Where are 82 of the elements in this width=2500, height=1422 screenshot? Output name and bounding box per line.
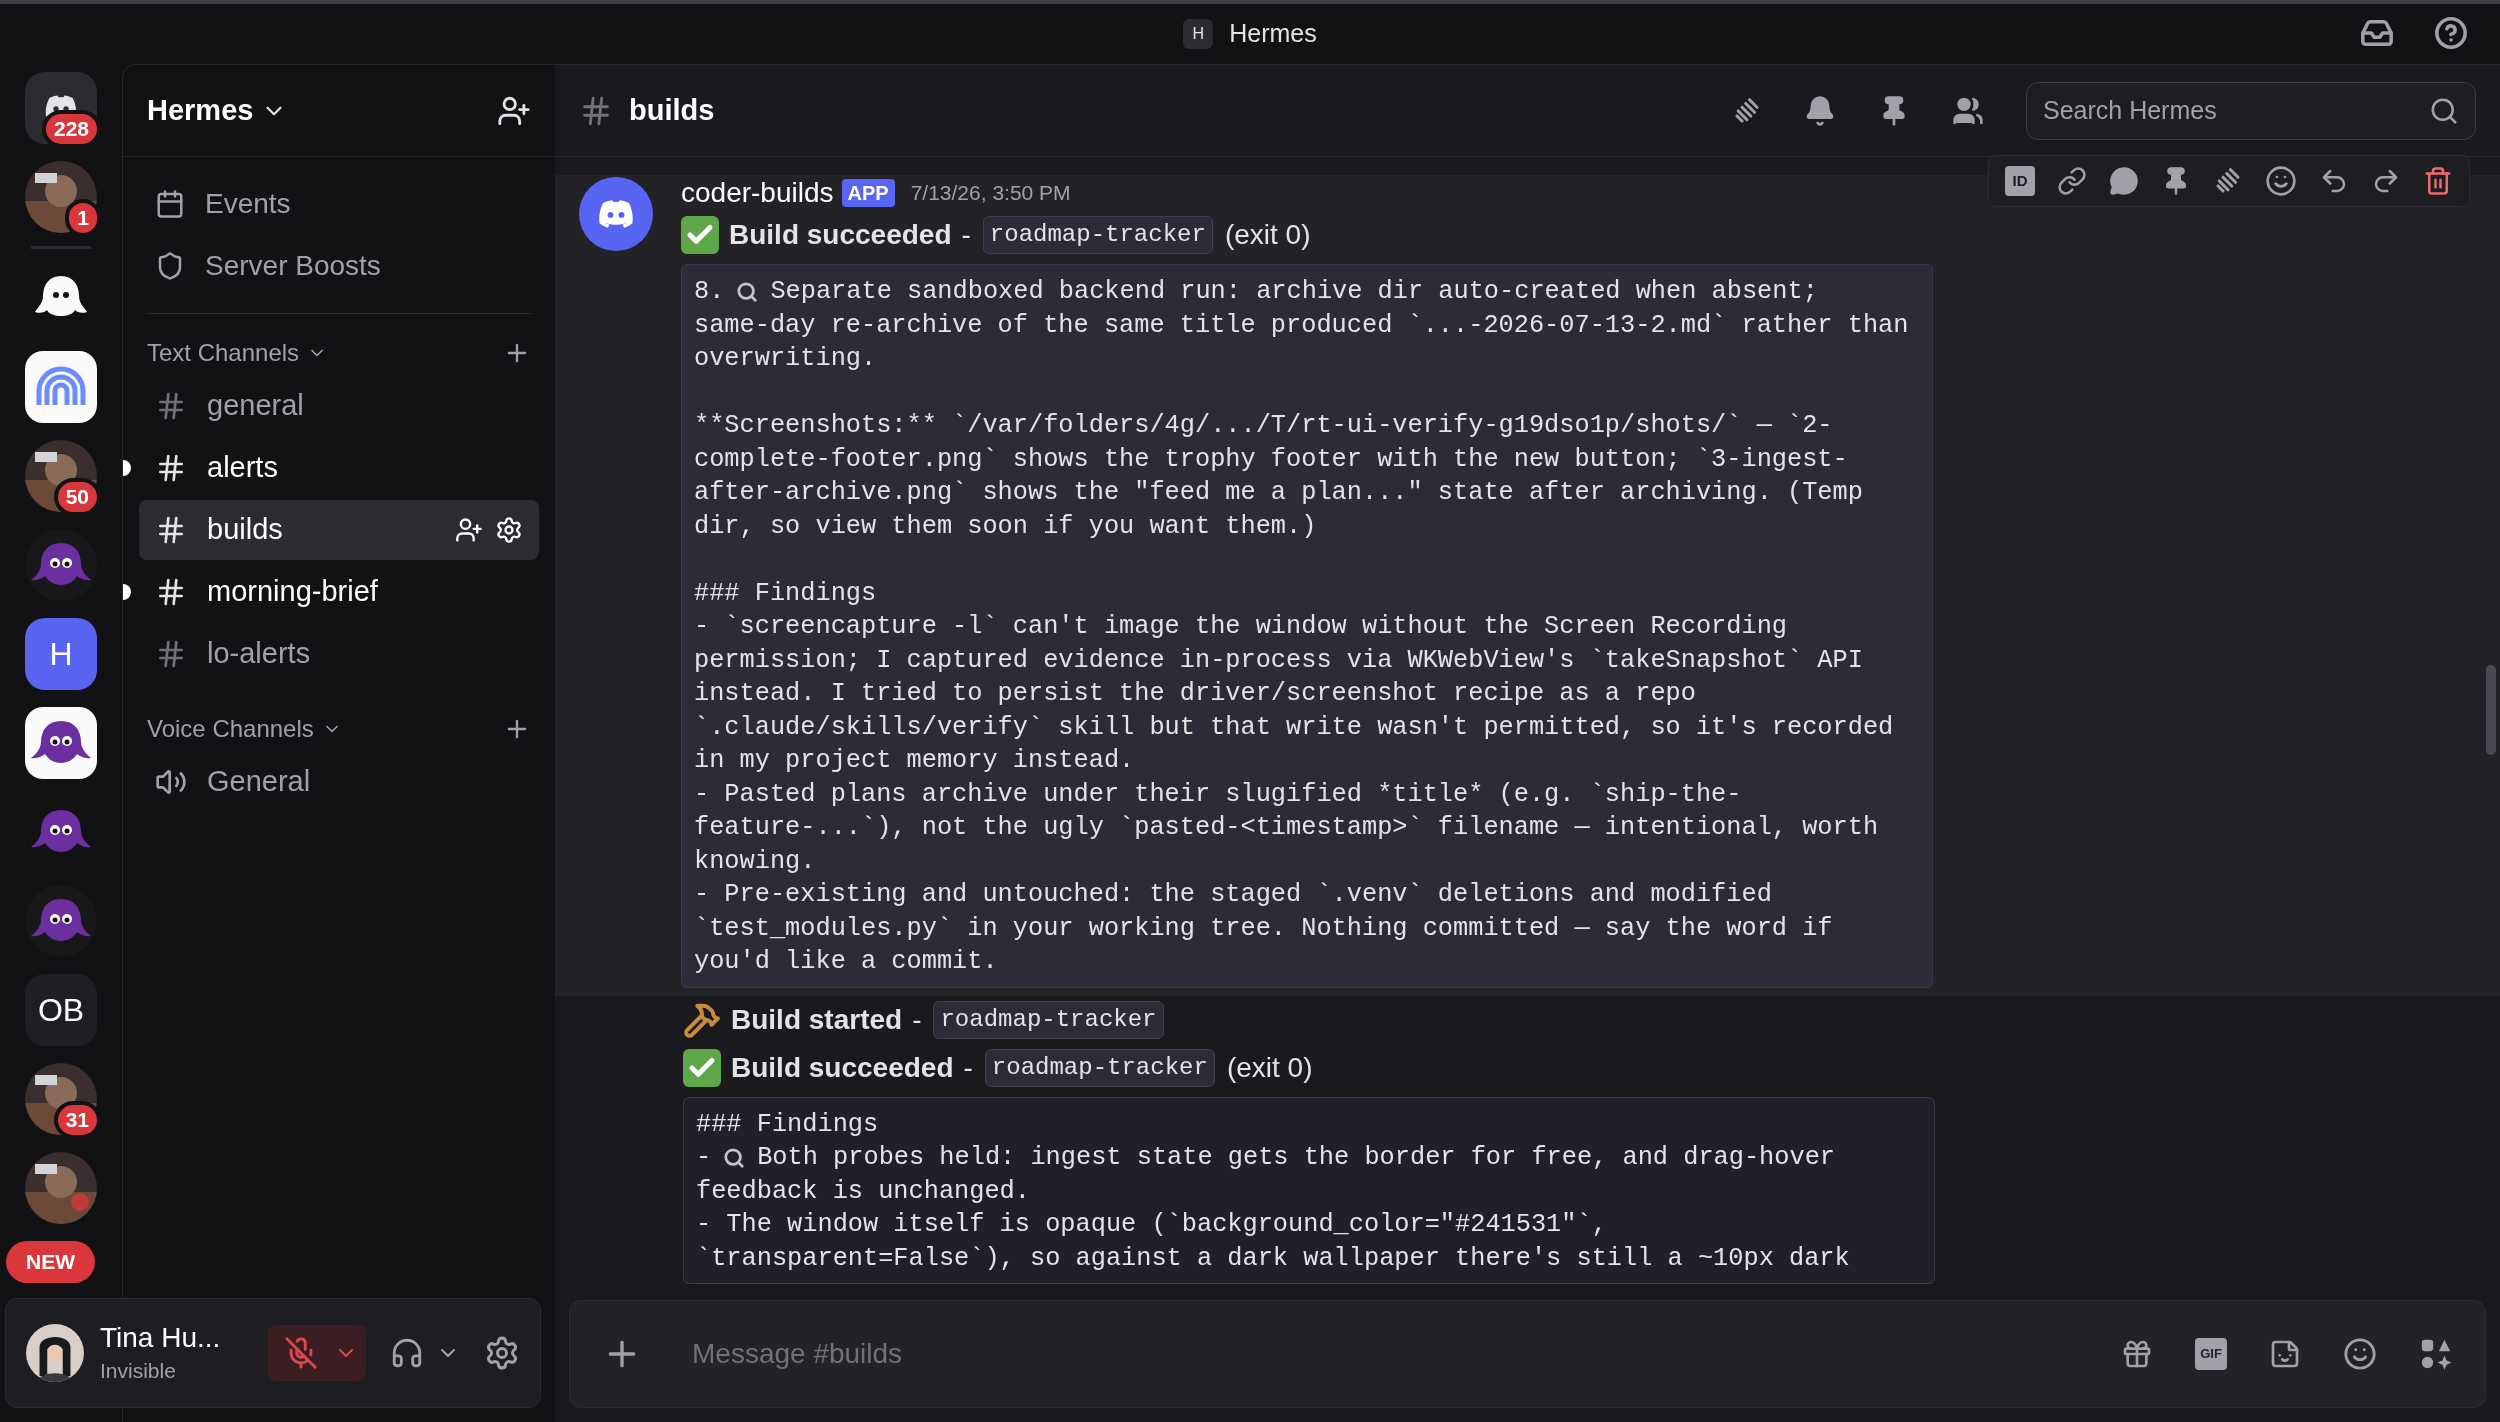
calendar-icon <box>155 189 185 219</box>
settings-icon[interactable] <box>495 516 523 544</box>
arches-logo-icon[interactable] <box>25 351 97 423</box>
code-line: **Screenshots:** `/var/folders/4g/.../T/rt-ui-verify-g19dso1p/shots/` — `2-complete-footer.png` shows the trophy footer with the new button; `3-ingest-after-archive.png` shows the "feed me a plan..." state after archiving. (Temp dir, so view them soon if you want them.) <box>694 410 1864 543</box>
code-line: ### Findings <box>696 1108 880 1141</box>
message-placeholder: Message #builds <box>692 1337 904 1371</box>
new-pill[interactable]: NEW <box>6 1241 95 1283</box>
sidebar-item[interactable]: Events <box>139 173 539 235</box>
thread-icon[interactable] <box>2109 166 2139 196</box>
sticker-icon[interactable] <box>2269 1338 2301 1370</box>
code-line: Both probes held: ingest state gets the border for free, and drag-hover <box>757 1142 1835 1174</box>
apps-icon[interactable] <box>2419 1337 2453 1371</box>
magnifier-icon <box>736 280 759 303</box>
code-line: - `screencapture -l` can't image the window without the Screen Recording permission; I captured evidence in-process via WKWebView's `takeSnapshot` API instead. I tried to persist the driver/screenshot recipe as a repo `.claude/skills/verify` skill but that write wasn't permitted, so it's recorded in my project memory instead. <box>694 611 1895 777</box>
gift-icon[interactable] <box>2121 1338 2153 1370</box>
code-line: - Pasted plans archive under their slugified *title* (e.g. `ship-the-feature-...`), not the ugly `pasted-<timestamp>` filename — intentional, worth knowing. <box>694 778 1880 878</box>
app-tag: APP <box>841 179 895 207</box>
channel-item[interactable]: alerts <box>139 438 539 498</box>
server-icon: H <box>1183 19 1214 49</box>
exit-code-text: (exit 0) <box>1224 218 1311 252</box>
channel-item[interactable]: General <box>139 752 539 812</box>
category-header[interactable]: Voice Channels <box>147 711 314 747</box>
search-placeholder: Search Hermes <box>2043 94 2218 126</box>
list-marker: - <box>696 1142 712 1174</box>
author-name[interactable]: coder-builds <box>681 172 834 214</box>
channel-item[interactable]: general <box>139 376 539 436</box>
inline-code: roadmap-tracker <box>933 1000 1164 1039</box>
code-line: Separate sandboxed backend run: archive dir auto-created when absent; <box>770 276 1818 308</box>
headphones-icon[interactable] <box>390 1336 424 1370</box>
mic-muted-icon <box>284 1336 318 1370</box>
scrollbar-thumb[interactable] <box>2486 665 2496 755</box>
code-line: same-day re-archive of the same title produced `...-2026-07-13-2.md` rather than overwriting. <box>694 309 1910 375</box>
user-name: Tina Hu... <box>100 1320 221 1355</box>
server-name[interactable]: Hermes <box>147 88 254 133</box>
gif-icon[interactable]: GIF <box>2195 1338 2227 1370</box>
link-icon[interactable] <box>2057 166 2087 196</box>
status-label: Build succeeded <box>729 218 952 252</box>
channel-item[interactable]: morning-brief <box>139 562 539 622</box>
user-status: Invisible <box>100 1357 177 1384</box>
search-field[interactable]: Search Hermes <box>2026 81 2476 140</box>
separator-text: - <box>961 218 971 252</box>
invite-icon[interactable] <box>455 516 483 544</box>
channel-name: builds <box>207 512 283 548</box>
separator-text: - <box>912 1002 922 1037</box>
check-mark-icon <box>681 216 719 254</box>
channel-name: morning-brief <box>207 574 378 610</box>
mic-toggle[interactable] <box>268 1325 366 1381</box>
status-label: Build started <box>731 1002 903 1037</box>
code-line: - Pre-existing and untouched: the staged `.venv` deletions and modified `test_modules.py` in your working tree. Nothing committed — say the word if you'd like a commit. <box>694 879 1834 978</box>
bell-icon[interactable] <box>1804 94 1836 127</box>
inline-code: roadmap-tracker <box>982 216 1213 254</box>
channel-name: alerts <box>207 450 278 486</box>
channel-title: builds <box>629 92 715 128</box>
list-marker: 8. <box>694 276 725 308</box>
window-title: Hermes <box>1229 18 1317 50</box>
delete-icon[interactable] <box>2423 166 2453 196</box>
category-header[interactable]: Text Channels <box>147 335 300 371</box>
channel-item[interactable]: builds <box>139 500 539 560</box>
code-line: - The window itself is opaque (`background_color="#241531"`, `transparent=False`), so against a dark wallpaper there's still a ~10px dark <box>696 1209 1851 1275</box>
channel-item[interactable]: lo-alerts <box>139 624 539 684</box>
inline-code: roadmap-tracker <box>984 1048 1215 1087</box>
timestamp: 7/13/26, 3:50 PM <box>910 180 1071 207</box>
channel-name: general <box>207 388 304 424</box>
server-letter-icon[interactable]: OB <box>25 974 97 1046</box>
copy-id-icon[interactable]: ID <box>2005 166 2035 196</box>
code-line: ### Findings <box>694 577 878 610</box>
magnifier-icon <box>723 1146 746 1169</box>
code-line: feedback is unchanged. <box>696 1175 1031 1208</box>
separator-text: - <box>963 1050 973 1085</box>
message-composer[interactable]: Message #builds GIF <box>569 1300 2486 1408</box>
status-label: Build succeeded <box>731 1050 954 1085</box>
emoji-icon[interactable] <box>2343 1337 2377 1371</box>
exit-code-text: (exit 0) <box>1226 1050 1313 1085</box>
settings-icon[interactable] <box>484 1335 520 1371</box>
sidebar-item[interactable]: Server Boosts <box>139 235 539 297</box>
channel-name: lo-alerts <box>207 636 311 672</box>
check-mark-icon <box>683 1048 721 1087</box>
help-icon[interactable] <box>2434 16 2468 50</box>
server-letter-icon[interactable]: H <box>25 618 97 690</box>
channel-name: General <box>207 764 311 800</box>
emoji-icon[interactable] <box>2265 165 2297 197</box>
octopus-icon[interactable] <box>25 707 97 779</box>
